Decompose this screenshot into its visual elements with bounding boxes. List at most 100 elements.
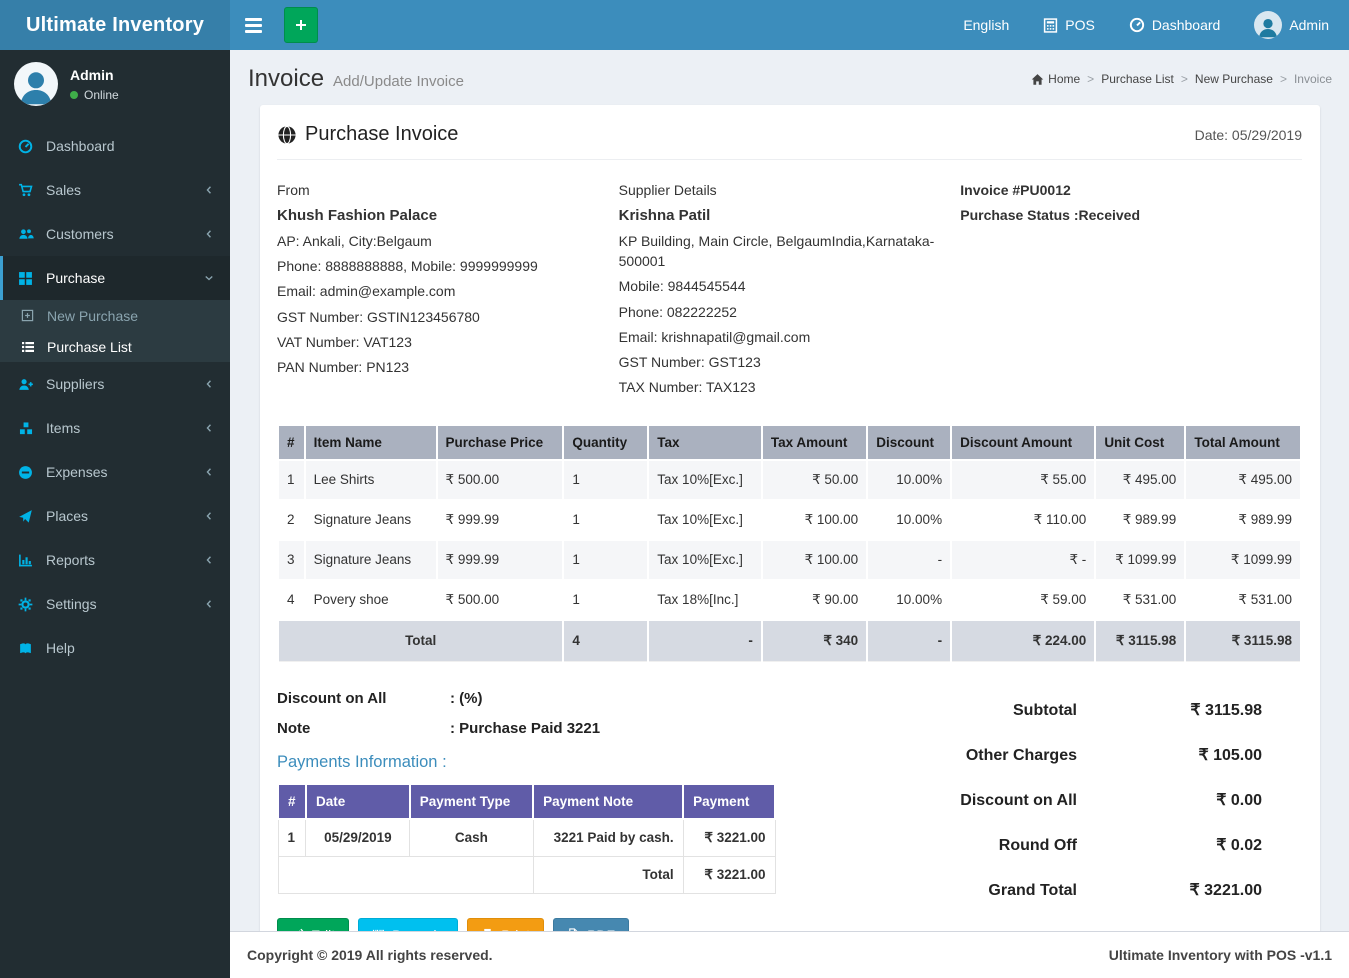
col-total-amount: Total Amount [1184, 423, 1302, 461]
sidebar-toggle-button[interactable] [230, 0, 276, 50]
brand-logo[interactable]: Ultimate Inventory [0, 0, 230, 50]
breadcrumb-home[interactable]: Home [1031, 72, 1080, 86]
paper-plane-icon [18, 509, 46, 524]
items-header-row: # Item Name Purchase Price Quantity Tax … [277, 423, 1302, 461]
action-buttons: Edit Barcode Print [277, 917, 851, 931]
users-icon [18, 227, 46, 242]
version-text: Ultimate Inventory with POS -v1.1 [1108, 947, 1332, 963]
page-footer: Copyright © 2019 All rights reserved. Ul… [230, 931, 1349, 978]
supplier-name: Krishna Patil [618, 207, 711, 225]
online-status-dot [70, 90, 78, 99]
sidebar-item-dashboard[interactable]: Dashboard [0, 124, 230, 168]
payment-row: 1 05/29/2019 Cash 3221 Paid by cash. ₹ 3… [277, 818, 776, 857]
add-button[interactable] [284, 7, 318, 43]
sidebar-item-sales[interactable]: Sales [0, 168, 230, 212]
sidebar-item-items[interactable]: Items [0, 406, 230, 450]
summary-grand-total: Grand Total ₹ 3221.00 [988, 881, 1262, 899]
nav-language[interactable]: English [963, 17, 1009, 33]
sidebar-item-purchase-list[interactable]: Purchase List [0, 331, 230, 362]
book-icon [18, 641, 46, 656]
main-wrapper: Invoice Add/Update Invoice Home > Purcha… [230, 50, 1349, 978]
payments-table: # Date Payment Type Payment Note Payment… [277, 782, 776, 894]
col-hash: # [277, 782, 307, 820]
divider [277, 159, 1302, 160]
sidebar-item-suppliers[interactable]: Suppliers [0, 362, 230, 406]
home-icon [1031, 73, 1044, 86]
content-header: Invoice Add/Update Invoice Home > Purcha… [230, 50, 1349, 101]
chevron-left-icon [203, 378, 215, 390]
lower-left-column: Discount on All : (%) Note : Purchase Pa… [277, 690, 851, 931]
purchase-status: Purchase Status :Received [960, 207, 1140, 224]
pdf-button[interactable]: PDF [553, 917, 630, 931]
sidebar-item-help[interactable]: Help [0, 626, 230, 670]
sidebar-item-expenses[interactable]: Expenses [0, 450, 230, 494]
nav-user-menu[interactable]: Admin [1254, 11, 1329, 39]
sidebar-user-panel: Admin Online [0, 50, 230, 120]
col-item-name: Item Name [303, 423, 438, 461]
col-discount: Discount [866, 423, 953, 461]
sidebar-item-purchase[interactable]: Purchase [0, 256, 230, 300]
content-area: Invoice Add/Update Invoice Home > Purcha… [230, 50, 1349, 931]
col-payment-type: Payment Type [408, 782, 535, 820]
discount-on-all-row: Discount on All : (%) [277, 689, 483, 707]
dashboard-icon [18, 139, 46, 154]
col-tax-amount: Tax Amount [760, 423, 869, 461]
col-quantity: Quantity [562, 423, 650, 461]
summary-panel: Subtotal ₹ 3115.98 Other Charges ₹ 105.0… [851, 690, 1302, 931]
breadcrumb-new-purchase[interactable]: New Purchase [1195, 72, 1273, 86]
sidebar-item-new-purchase[interactable]: New Purchase [0, 300, 230, 331]
col-payment-note: Payment Note [532, 782, 685, 820]
summary-discount: Discount on All ₹ 0.00 [960, 791, 1262, 809]
hamburger-icon [244, 17, 262, 21]
invoice-number: Invoice #PU0012 [960, 182, 1071, 198]
plus-square-icon [21, 309, 47, 322]
brand-title: Ultimate Inventory [25, 13, 205, 36]
invoice-title: Purchase Invoice [277, 123, 458, 146]
breadcrumb-separator: > [1087, 72, 1095, 86]
chevron-left-icon [203, 554, 215, 566]
note-row: Note : Purchase Paid 3221 [277, 719, 601, 737]
breadcrumb-separator: > [1180, 72, 1188, 86]
breadcrumb: Home > Purchase List > New Purchase > In… [1031, 72, 1332, 86]
nav-pos[interactable]: POS [1043, 17, 1095, 33]
summary-other-charges: Other Charges ₹ 105.00 [965, 746, 1262, 764]
nav-dashboard[interactable]: Dashboard [1129, 17, 1220, 33]
col-purchase-price: Purchase Price [435, 423, 565, 461]
items-table: # Item Name Purchase Price Quantity Tax … [276, 423, 1302, 662]
item-row: 4 Povery shoe ₹ 500.00 1 Tax 18%[Inc.] ₹… [277, 578, 1302, 621]
sidebar-item-customers[interactable]: Customers [0, 212, 230, 256]
summary-subtotal: Subtotal ₹ 3115.98 [1013, 701, 1262, 719]
list-icon [21, 340, 47, 354]
from-block: From Khush Fashion Palace AP: Ankali, Ci… [277, 180, 619, 402]
bar-chart-icon [18, 553, 46, 568]
sidebar-menu: Dashboard Sales Customers Purchase New P… [0, 124, 230, 670]
item-row: 1 Lee Shirts ₹ 500.00 1 Tax 10%[Exc.] ₹ … [277, 458, 1302, 501]
edit-button[interactable]: Edit [277, 917, 350, 931]
user-plus-icon [18, 377, 46, 392]
page-subtitle: Add/Update Invoice [333, 73, 464, 90]
chevron-left-icon [203, 184, 215, 196]
chevron-down-icon [203, 272, 215, 284]
from-name: Khush Fashion Palace [277, 207, 438, 225]
copyright-text: Copyright © 2019 All rights reserved. [247, 947, 493, 963]
items-total-row: Total 4 - ₹ 340 - ₹ 224.00 ₹ 3115.98 ₹ 3… [276, 618, 1302, 662]
breadcrumb-purchase-list[interactable]: Purchase List [1101, 72, 1174, 86]
items-total-label: Total [276, 618, 565, 662]
sidebar-item-places[interactable]: Places [0, 494, 230, 538]
dashboard-gauge-icon [1129, 17, 1145, 33]
breadcrumb-current: Invoice [1293, 72, 1332, 86]
sidebar-item-reports[interactable]: Reports [0, 538, 230, 582]
print-button[interactable]: Print [467, 917, 545, 931]
sidebar-item-settings[interactable]: Settings [0, 582, 230, 626]
navbar-main: English POS Dashboard Admin [230, 0, 1349, 50]
invoice-lower-section: Discount on All : (%) Note : Purchase Pa… [277, 690, 1302, 931]
col-discount-amount: Discount Amount [950, 423, 1097, 461]
invoice-meta-block: Invoice #PU0012 Purchase Status :Receive… [960, 180, 1302, 402]
chevron-left-icon [203, 466, 215, 478]
col-hash: # [277, 423, 306, 461]
barcode-button[interactable]: Barcode [358, 917, 459, 931]
minus-circle-icon [18, 465, 46, 480]
invoice-info-columns: From Khush Fashion Palace AP: Ankali, Ci… [277, 180, 1302, 402]
sidebar-avatar [14, 62, 58, 106]
payments-total-value: ₹ 3221.00 [682, 855, 776, 894]
